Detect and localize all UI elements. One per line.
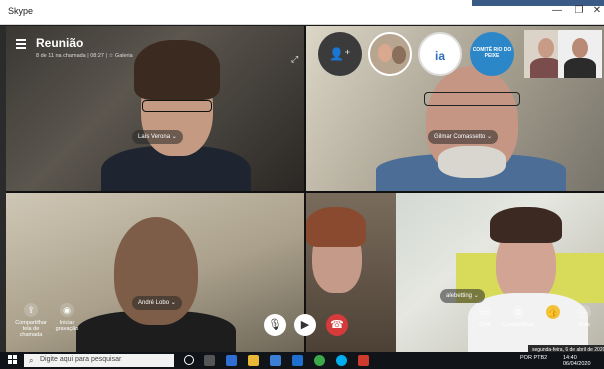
share-screen-button[interactable]: ⇪ Compartilhar tela de chamada (14, 303, 48, 338)
share-icon: ⇪ (24, 303, 38, 317)
microphone-icon: 🎙 (268, 319, 282, 331)
thumbnail-face (538, 38, 554, 58)
add-person-icon: 👤⁺ (329, 47, 351, 61)
participant-hair (306, 207, 366, 247)
participant-hair (490, 207, 562, 243)
store-icon[interactable] (270, 355, 281, 366)
glasses-shape (142, 100, 212, 112)
windows-taskbar: ⌕ Digite aqui para pesquisar POR PTB2 14… (0, 352, 604, 369)
video-button[interactable]: ▶ (294, 314, 316, 336)
app-icon[interactable] (358, 355, 369, 366)
file-explorer-icon[interactable] (248, 355, 259, 366)
participant-name: André Lobo (138, 300, 170, 306)
thumbnail-face (572, 38, 588, 58)
avatar-face (378, 44, 392, 62)
more-icon: ⋯ (577, 305, 591, 319)
windows-start-icon[interactable] (8, 355, 18, 365)
chat-button[interactable]: ▭ Chat (472, 305, 498, 328)
chat-label: Chat (479, 322, 491, 328)
minimize-icon[interactable]: — (548, 4, 566, 18)
video-tile-bottom-right[interactable]: alebetting ⌄ ▭ Chat ⧉ Compartilhar 👍 ⋯ M… (306, 193, 604, 352)
video-tile-top-left[interactable]: Laís Verona ⌄ Reunião 8 de 11 na chamada… (6, 26, 304, 191)
participant-name-pill[interactable]: alebetting ⌄ (440, 289, 485, 303)
skype-icon[interactable] (336, 355, 347, 366)
window-titlebar: Skype — ❐ ✕ (0, 0, 604, 25)
beard-shape (438, 146, 506, 178)
chat-icon: ▭ (478, 305, 492, 319)
language-indicator[interactable]: POR PTB2 (520, 355, 547, 361)
video-tile-top-right[interactable]: Gilmar Comassetto ⌄ 👤⁺ ia COMITÊ RIO DO … (306, 26, 604, 191)
expand-icon[interactable]: ⤢ (291, 54, 301, 64)
share-icon: ⧉ (511, 305, 525, 319)
maximize-icon[interactable]: ❐ (570, 4, 588, 18)
video-tile-bottom-left[interactable]: André Lobo ⌄ ⇪ Compartilhar tela de cham… (6, 193, 304, 352)
thumbnail-body (564, 58, 596, 78)
participant-name: Laís Verona (138, 134, 171, 140)
participant-avatar-ia[interactable]: ia (418, 32, 462, 76)
participant-name-pill[interactable]: Laís Verona ⌄ (132, 130, 183, 144)
avatar-face (392, 46, 406, 64)
start-recording-button[interactable]: ◉ Iniciar gravação (52, 303, 82, 332)
clock-date[interactable]: 06/04/2020 (563, 361, 591, 367)
share-screen-label: Compartilhar tela de chamada (15, 320, 47, 338)
mail-icon[interactable] (292, 355, 303, 366)
participant-name-pill[interactable]: André Lobo ⌄ (132, 296, 182, 310)
call-subtitle: 8 de 11 na chamada | 08:27 | ☆ Galeria (36, 53, 133, 59)
hang-up-icon: ☎ (330, 319, 344, 331)
participant-name: Gilmar Comassetto (434, 134, 486, 140)
window-title: Skype (8, 6, 34, 16)
more-button[interactable]: ⋯ Mais (572, 305, 596, 328)
reaction-button[interactable]: 👍 (542, 305, 564, 322)
more-label: Mais (578, 322, 590, 328)
video-camera-icon: ▶ (300, 319, 310, 331)
close-icon[interactable]: ✕ (588, 4, 604, 18)
end-call-button[interactable]: ☎ (326, 314, 348, 336)
thumbs-up-icon: 👍 (546, 305, 560, 319)
record-icon: ◉ (60, 303, 74, 317)
add-person-button[interactable]: 👤⁺ (318, 32, 362, 76)
call-stage: Laís Verona ⌄ Reunião 8 de 11 na chamada… (6, 26, 604, 352)
participant-thumbnail[interactable] (558, 30, 602, 78)
participant-name-pill[interactable]: Gilmar Comassetto ⌄ (428, 130, 499, 144)
participant-hair (134, 40, 220, 100)
participant-avatar-comite[interactable]: COMITÊ RIO DO PEIXE (470, 32, 514, 76)
edge-icon[interactable] (226, 355, 237, 366)
microphone-button[interactable]: 🎙 (264, 314, 286, 336)
call-title: Reunião (36, 36, 84, 50)
participant-avatar[interactable] (368, 32, 412, 76)
avatar-initials: ia (434, 49, 445, 63)
chrome-icon[interactable] (314, 355, 325, 366)
glasses-shape (424, 92, 520, 106)
share-label: Compartilhar (502, 322, 534, 328)
cortana-icon[interactable] (184, 355, 194, 365)
start-recording-label: Iniciar gravação (55, 320, 79, 332)
search-placeholder: Digite aqui para pesquisar (40, 356, 122, 363)
share-button[interactable]: ⧉ Compartilhar (502, 305, 534, 328)
search-icon: ⌕ (29, 356, 34, 365)
participant-name: alebetting (446, 293, 473, 299)
taskbar-search-box[interactable]: ⌕ Digite aqui para pesquisar (24, 354, 174, 367)
hamburger-menu-icon[interactable] (16, 39, 26, 51)
task-view-icon[interactable] (204, 355, 215, 366)
